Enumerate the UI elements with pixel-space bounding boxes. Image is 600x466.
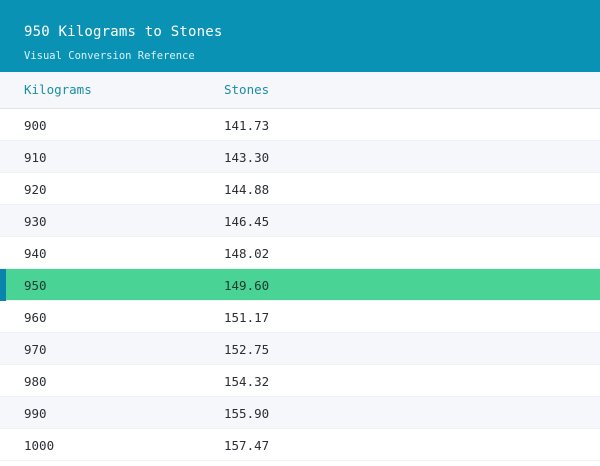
kilograms-cell: 910 — [24, 150, 47, 165]
table-row: 980 154.32 — [0, 365, 600, 397]
table-row: 960 151.17 — [0, 301, 600, 333]
table-header: Kilograms Stones — [0, 72, 600, 109]
stones-cell: 141.73 — [224, 118, 270, 133]
column-header-kilograms: Kilograms — [24, 82, 92, 97]
kilograms-cell: 940 — [24, 246, 47, 261]
table-row: 900 141.73 — [0, 109, 600, 141]
table-row-highlighted: 950 149.60 — [0, 269, 600, 301]
page-header: 950 Kilograms to Stones Visual Conversio… — [0, 0, 600, 72]
table-row: 930 146.45 — [0, 205, 600, 237]
kilograms-cell: 930 — [24, 214, 47, 229]
stones-cell: 146.45 — [224, 214, 270, 229]
stones-cell: 154.32 — [224, 374, 270, 389]
table-row: 920 144.88 — [0, 173, 600, 205]
stones-cell: 152.75 — [224, 342, 270, 357]
kilograms-cell: 990 — [24, 406, 47, 421]
table-body: 900 141.73 910 143.30 920 144.88 930 146… — [0, 109, 600, 461]
table-row: 1000 157.47 — [0, 429, 600, 461]
page-subtitle: Visual Conversion Reference — [24, 50, 195, 62]
table-row: 970 152.75 — [0, 333, 600, 365]
table-row: 910 143.30 — [0, 141, 600, 173]
kilograms-cell: 960 — [24, 310, 47, 325]
column-header-stones: Stones — [224, 82, 270, 97]
stones-cell: 149.60 — [224, 278, 270, 293]
stones-cell: 148.02 — [224, 246, 270, 261]
table-row: 990 155.90 — [0, 397, 600, 429]
stones-cell: 143.30 — [224, 150, 270, 165]
kilograms-cell: 920 — [24, 182, 47, 197]
kilograms-cell: 950 — [24, 278, 47, 293]
highlight-marker — [0, 269, 6, 301]
stones-cell: 155.90 — [224, 406, 270, 421]
stones-cell: 144.88 — [224, 182, 270, 197]
stones-cell: 151.17 — [224, 310, 270, 325]
kilograms-cell: 970 — [24, 342, 47, 357]
page-title: 950 Kilograms to Stones — [24, 24, 223, 40]
kilograms-cell: 980 — [24, 374, 47, 389]
table-row: 940 148.02 — [0, 237, 600, 269]
stones-cell: 157.47 — [224, 438, 270, 453]
kilograms-cell: 1000 — [24, 438, 55, 453]
kilograms-cell: 900 — [24, 118, 47, 133]
